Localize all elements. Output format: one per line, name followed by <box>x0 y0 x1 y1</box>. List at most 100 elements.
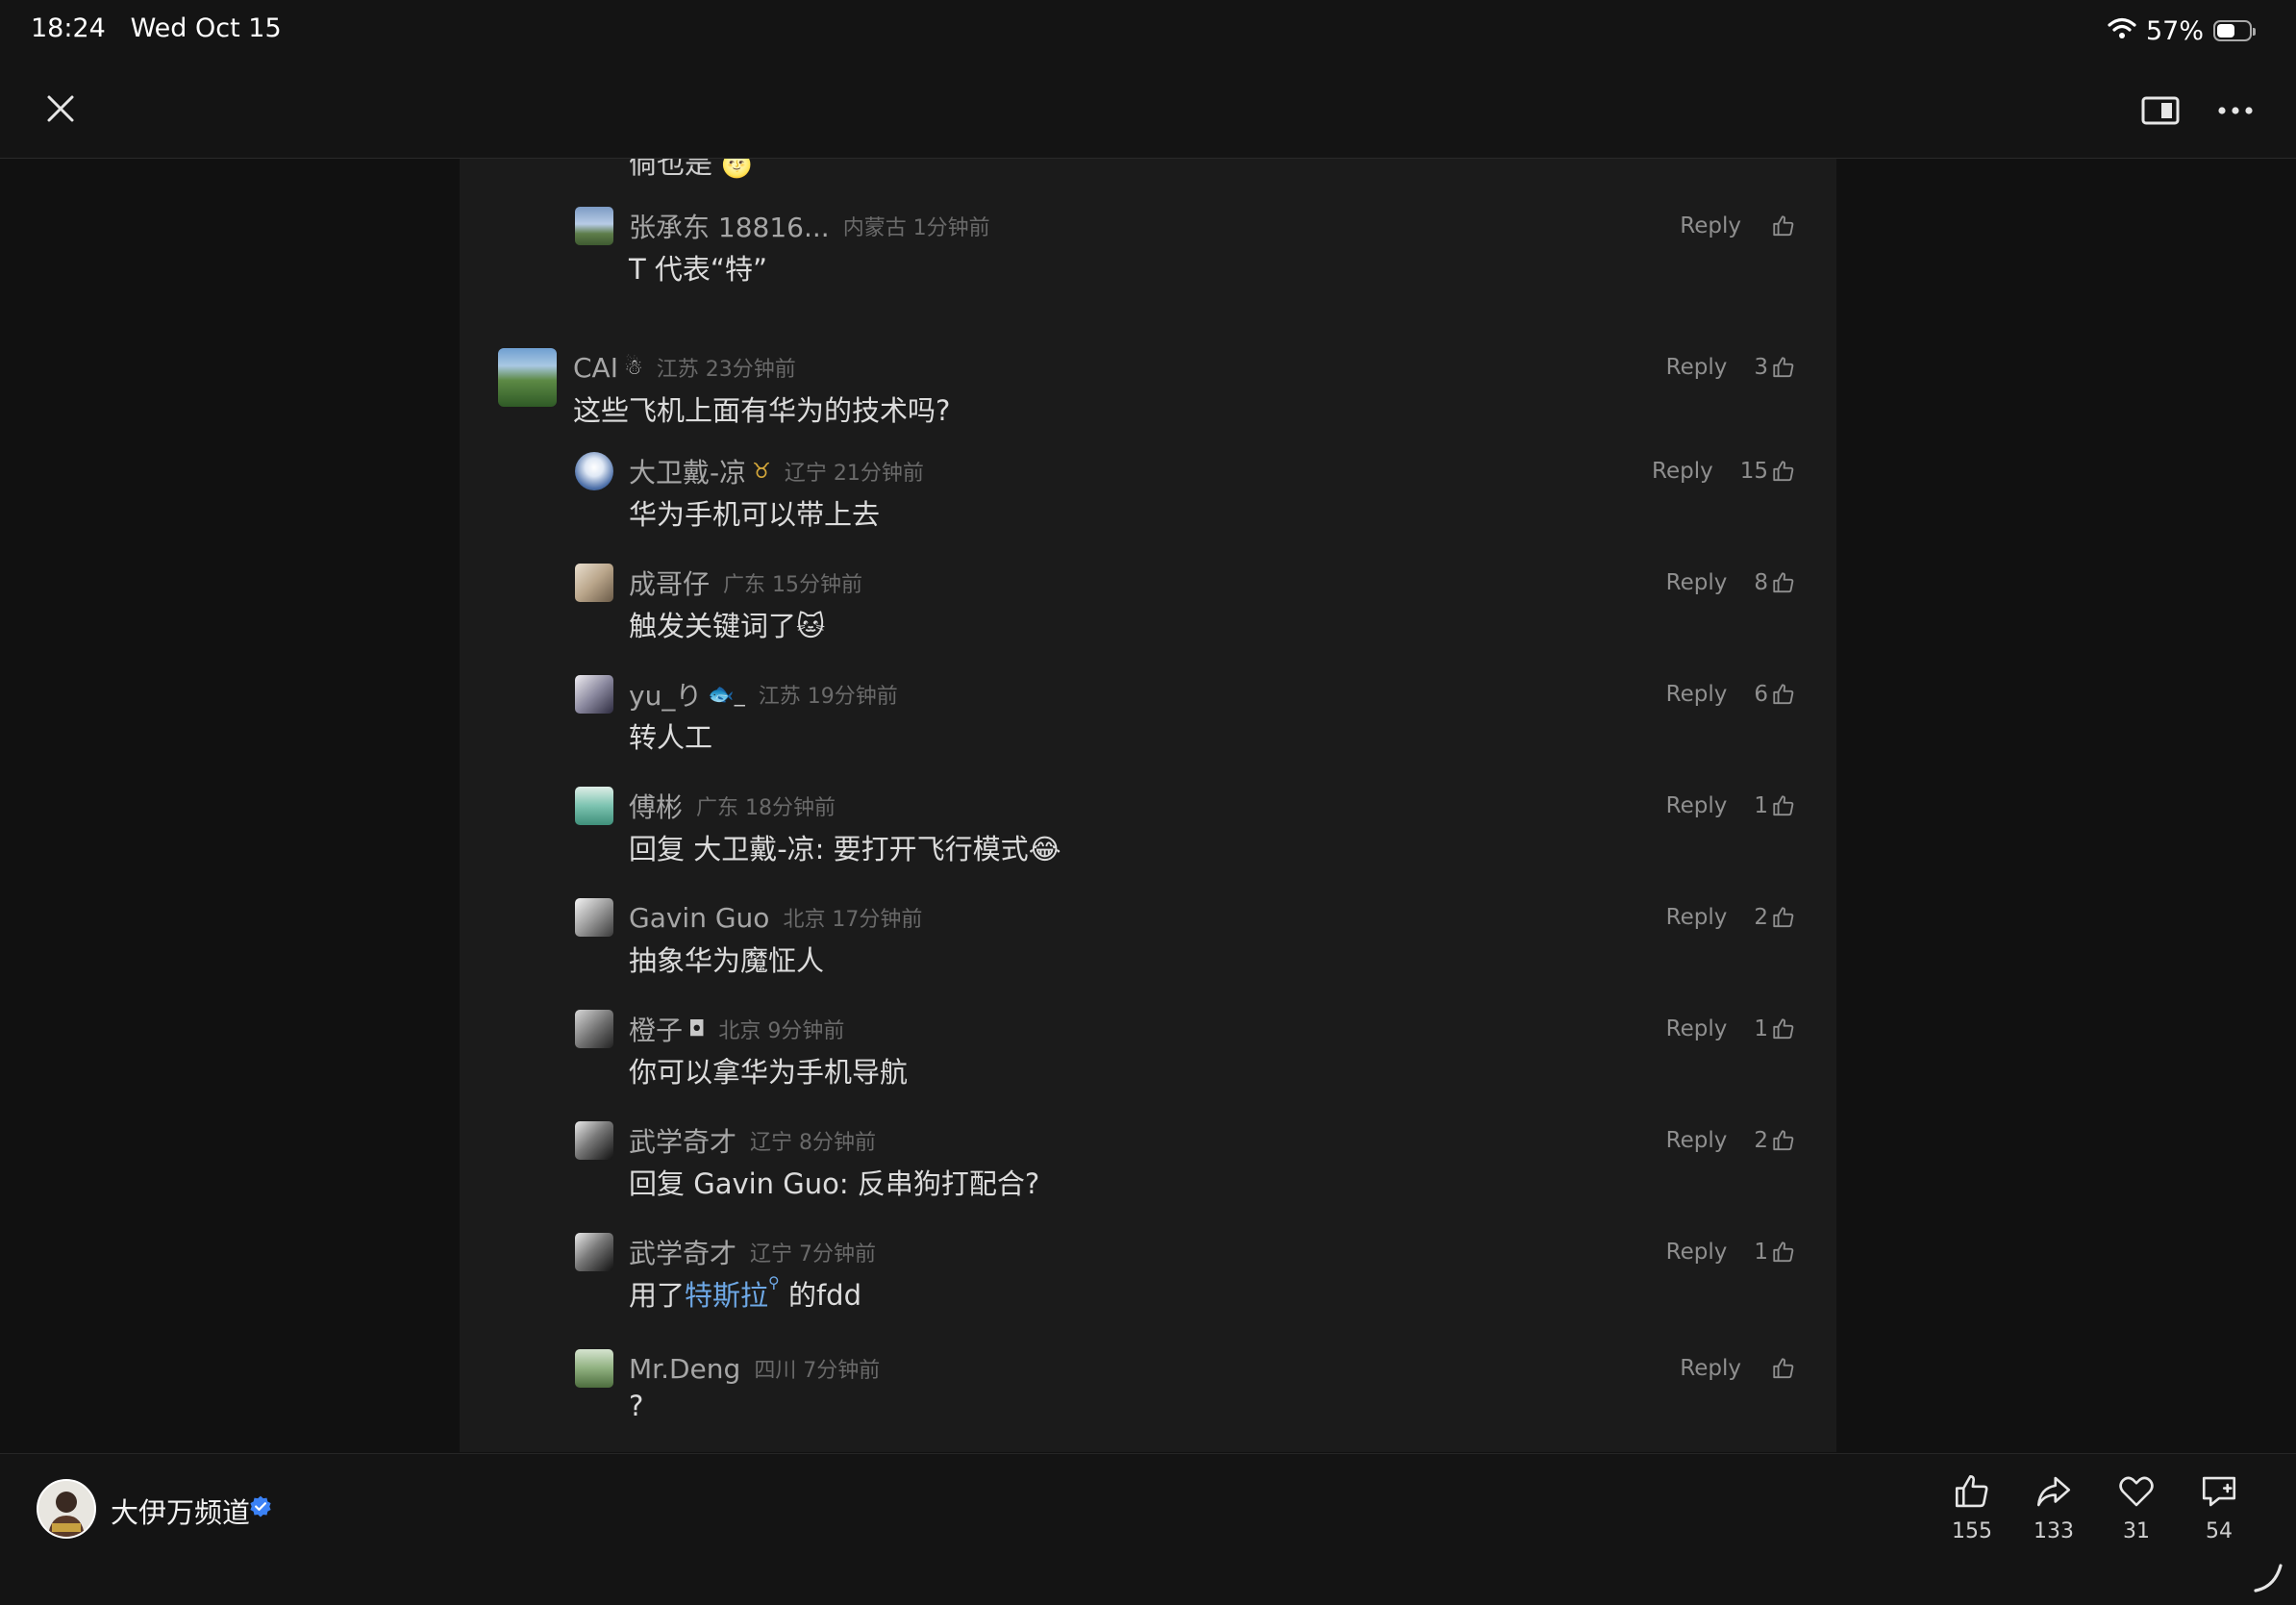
avatar[interactable] <box>498 348 557 407</box>
comment-text: 华为手机可以带上去 <box>629 498 881 531</box>
username[interactable]: 橙子 <box>629 1010 683 1048</box>
comments-panel: 倘也是 🌝 张承东 18816... 内蒙古 1分钟前 T 代表“特” Repl… <box>460 159 1836 1452</box>
close-icon[interactable] <box>38 87 83 131</box>
comment-text: 回复 大卫戴-凉: 要打开飞行模式😂 <box>629 833 1061 865</box>
like-button[interactable]: 8 <box>1754 570 1796 595</box>
reply-button[interactable]: Reply <box>1666 905 1728 930</box>
avatar[interactable] <box>575 898 613 937</box>
thumbs-up-icon <box>1773 1358 1794 1379</box>
comment-location-time: 北京 17分钟前 <box>783 908 923 932</box>
avatar[interactable] <box>575 1233 613 1271</box>
search-link[interactable]: 特斯拉 <box>685 1279 768 1312</box>
reply-comment: 成哥仔 广东 15分钟前 触发关键词了🐱 Reply 8 <box>460 564 1836 660</box>
comment-text: 回复 Gavin Guo: 反串狗打配合? <box>629 1167 1040 1200</box>
reply-button[interactable]: Reply <box>1680 213 1741 238</box>
username[interactable]: 成哥仔 <box>629 564 710 602</box>
laughing-emoji: 😂 <box>1028 833 1061 865</box>
user-badge: ◘ <box>688 1016 706 1041</box>
comment-text: 抽象华为魔怔人 <box>629 944 825 977</box>
comment-text: T 代表“特” <box>629 253 767 286</box>
thumbs-up-icon <box>1955 1474 1988 1508</box>
like-button[interactable]: 6 <box>1754 682 1796 707</box>
comment-text: ? <box>629 1390 644 1422</box>
comment-location-time: 广东 15分钟前 <box>723 573 863 597</box>
share-icon <box>2036 1476 2071 1507</box>
username[interactable]: Gavin Guo <box>629 902 769 934</box>
reply-button[interactable]: Reply <box>1680 1356 1741 1381</box>
bottom-bar: 大伊万频道 155 133 31 54 <box>0 1453 2296 1605</box>
comment-text: 转人工 <box>629 721 713 754</box>
like-button[interactable] <box>1768 213 1796 238</box>
battery-percent: 57% <box>2145 15 2204 46</box>
username[interactable]: 傅彬 <box>629 787 683 825</box>
favorite-count: 31 <box>2123 1519 2150 1543</box>
avatar[interactable] <box>575 452 613 490</box>
status-time: 18:24 Wed Oct 15 <box>31 13 282 43</box>
reply-button[interactable]: Reply <box>1666 1016 1728 1041</box>
reply-comment: 武学奇才 辽宁 8分钟前 回复 Gavin Guo: 反串狗打配合? Reply… <box>460 1121 1836 1217</box>
thumbs-up-icon <box>1773 215 1794 237</box>
avatar[interactable] <box>575 1349 613 1388</box>
top-level-comment: CAI ☃ 江苏 23分钟前 这些飞机上面有华为的技术吗? Reply 3 <box>460 348 1836 444</box>
reply-comment: 大卫戴-凉 ♉ 辽宁 21分钟前 华为手机可以带上去 Reply 15 <box>460 452 1836 548</box>
status-indicators: 57% <box>2108 13 2256 48</box>
comment-add-icon <box>2202 1476 2236 1507</box>
favorite-stat-button[interactable]: 31 <box>2103 1471 2170 1543</box>
like-button[interactable]: 2 <box>1754 1128 1796 1153</box>
thumbs-up-icon <box>1773 1018 1794 1040</box>
comment-location-time: 辽宁 8分钟前 <box>750 1131 877 1155</box>
username[interactable]: yu_り <box>629 675 702 714</box>
reply-button[interactable]: Reply <box>1666 1240 1728 1265</box>
comment-location-time: 江苏 23分钟前 <box>656 358 796 382</box>
reply-button[interactable]: Reply <box>1666 570 1728 595</box>
reply-button[interactable]: Reply <box>1666 793 1728 818</box>
avatar[interactable] <box>575 1121 613 1160</box>
comment-location-time: 广东 18分钟前 <box>696 796 836 820</box>
battery-icon <box>2213 20 2256 41</box>
more-icon[interactable] <box>2213 88 2258 133</box>
reply-button[interactable]: Reply <box>1666 355 1728 380</box>
username[interactable]: 张承东 18816... <box>629 207 830 245</box>
comment-location-time: 辽宁 21分钟前 <box>784 462 924 486</box>
like-button[interactable]: 3 <box>1754 355 1796 380</box>
share-count: 133 <box>2034 1519 2074 1543</box>
comment-location-time: 内蒙古 1分钟前 <box>842 216 990 240</box>
split-view-icon[interactable] <box>2138 88 2183 133</box>
username[interactable]: 武学奇才 <box>629 1121 736 1160</box>
scroll-indicator-icon <box>2252 1562 2284 1598</box>
wifi-icon <box>2108 16 2136 46</box>
partial-comment-text: 倘也是 🌝 <box>629 159 753 180</box>
like-button[interactable]: 1 <box>1754 793 1796 818</box>
like-button[interactable]: 15 <box>1740 459 1796 484</box>
reply-comment: Mr.Deng 四川 7分钟前 ? Reply <box>460 1349 1836 1445</box>
like-button[interactable]: 1 <box>1754 1240 1796 1265</box>
comment-location-time: 辽宁 7分钟前 <box>750 1242 877 1266</box>
reply-button[interactable]: Reply <box>1666 1128 1728 1153</box>
avatar[interactable] <box>575 564 613 602</box>
avatar[interactable] <box>575 675 613 714</box>
reply-comment: 张承东 18816... 内蒙古 1分钟前 T 代表“特” Reply <box>460 207 1836 303</box>
like-button[interactable]: 2 <box>1754 905 1796 930</box>
username[interactable]: CAI <box>573 352 618 384</box>
thumbs-up-icon <box>1773 572 1794 593</box>
reply-comment: 傅彬 广东 18分钟前 回复 大卫戴-凉: 要打开飞行模式😂 Reply 1 <box>460 787 1836 883</box>
like-stat-button[interactable]: 155 <box>1938 1471 2006 1543</box>
thumbs-up-icon <box>1773 1130 1794 1151</box>
like-button[interactable] <box>1768 1356 1796 1381</box>
comment-stat-button[interactable]: 54 <box>2185 1471 2253 1543</box>
like-button[interactable]: 1 <box>1754 1016 1796 1041</box>
username[interactable]: Mr.Deng <box>629 1353 740 1385</box>
reply-button[interactable]: Reply <box>1652 459 1713 484</box>
avatar[interactable] <box>575 1010 613 1048</box>
username[interactable]: 武学奇才 <box>629 1233 736 1271</box>
reply-comment: Gavin Guo 北京 17分钟前 抽象华为魔怔人 Reply 2 <box>460 898 1836 994</box>
channel-avatar[interactable] <box>37 1479 96 1539</box>
channel-name[interactable]: 大伊万频道 <box>111 1491 250 1531</box>
thumbs-up-icon <box>1773 461 1794 482</box>
heart-icon <box>2119 1476 2154 1507</box>
reply-button[interactable]: Reply <box>1666 682 1728 707</box>
avatar[interactable] <box>575 787 613 825</box>
username[interactable]: 大卫戴-凉 <box>629 452 746 490</box>
avatar[interactable] <box>575 207 613 245</box>
share-stat-button[interactable]: 133 <box>2020 1471 2087 1543</box>
